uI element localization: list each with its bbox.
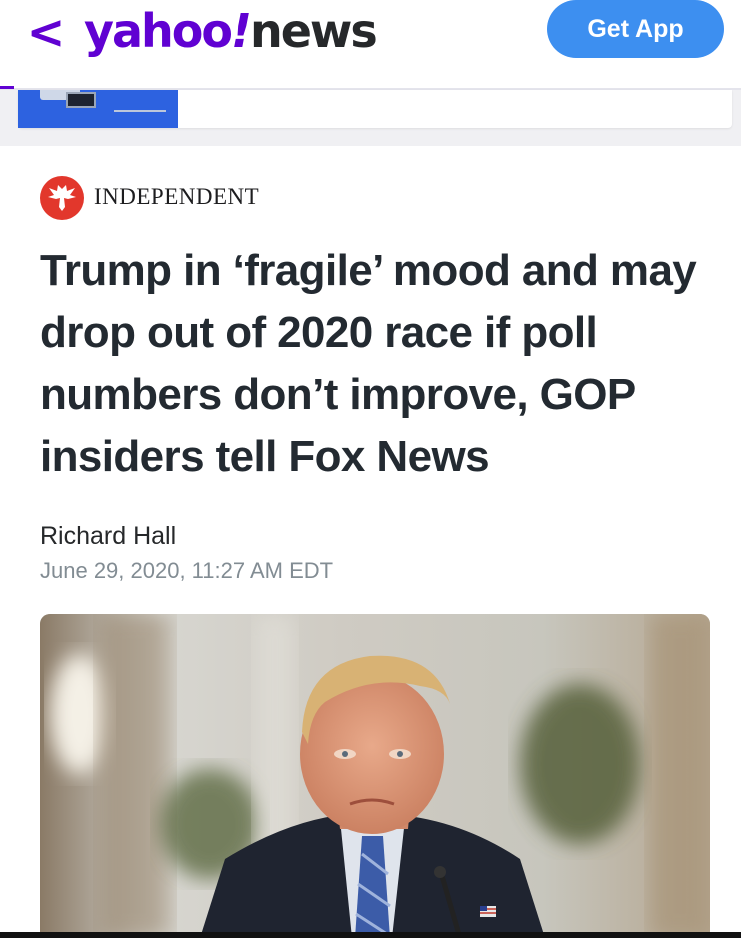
progress-indicator [0,86,14,89]
logo-section: news [249,4,378,58]
app-header: < yahoo ! news Get App [0,0,741,90]
yahoo-news-logo[interactable]: yahoo ! news [84,4,378,60]
source-name[interactable]: Independent [94,184,259,210]
article-timestamp: June 29, 2020, 11:27 AM EDT [40,558,334,583]
eagle-glyph [48,185,76,211]
get-app-button[interactable]: Get App [547,0,724,58]
back-chevron-icon[interactable]: < [26,5,66,59]
hero-photo [40,614,710,938]
bottom-edge-bar [0,932,741,938]
ad-device-base [114,100,166,112]
logo-brand: yahoo [84,4,233,58]
article-hero-image[interactable] [40,614,710,938]
independent-eagle-icon[interactable] [40,176,84,220]
tablet-device-icon[interactable] [18,90,178,128]
article-author: Richard Hall [40,522,177,550]
logo-exclamation: ! [230,4,252,58]
back-label: < [26,5,66,59]
ad-banner [0,90,741,146]
ad-device-screen [66,92,96,108]
article-headline: Trump in ‘fragile’ mood and may drop out… [40,246,697,481]
